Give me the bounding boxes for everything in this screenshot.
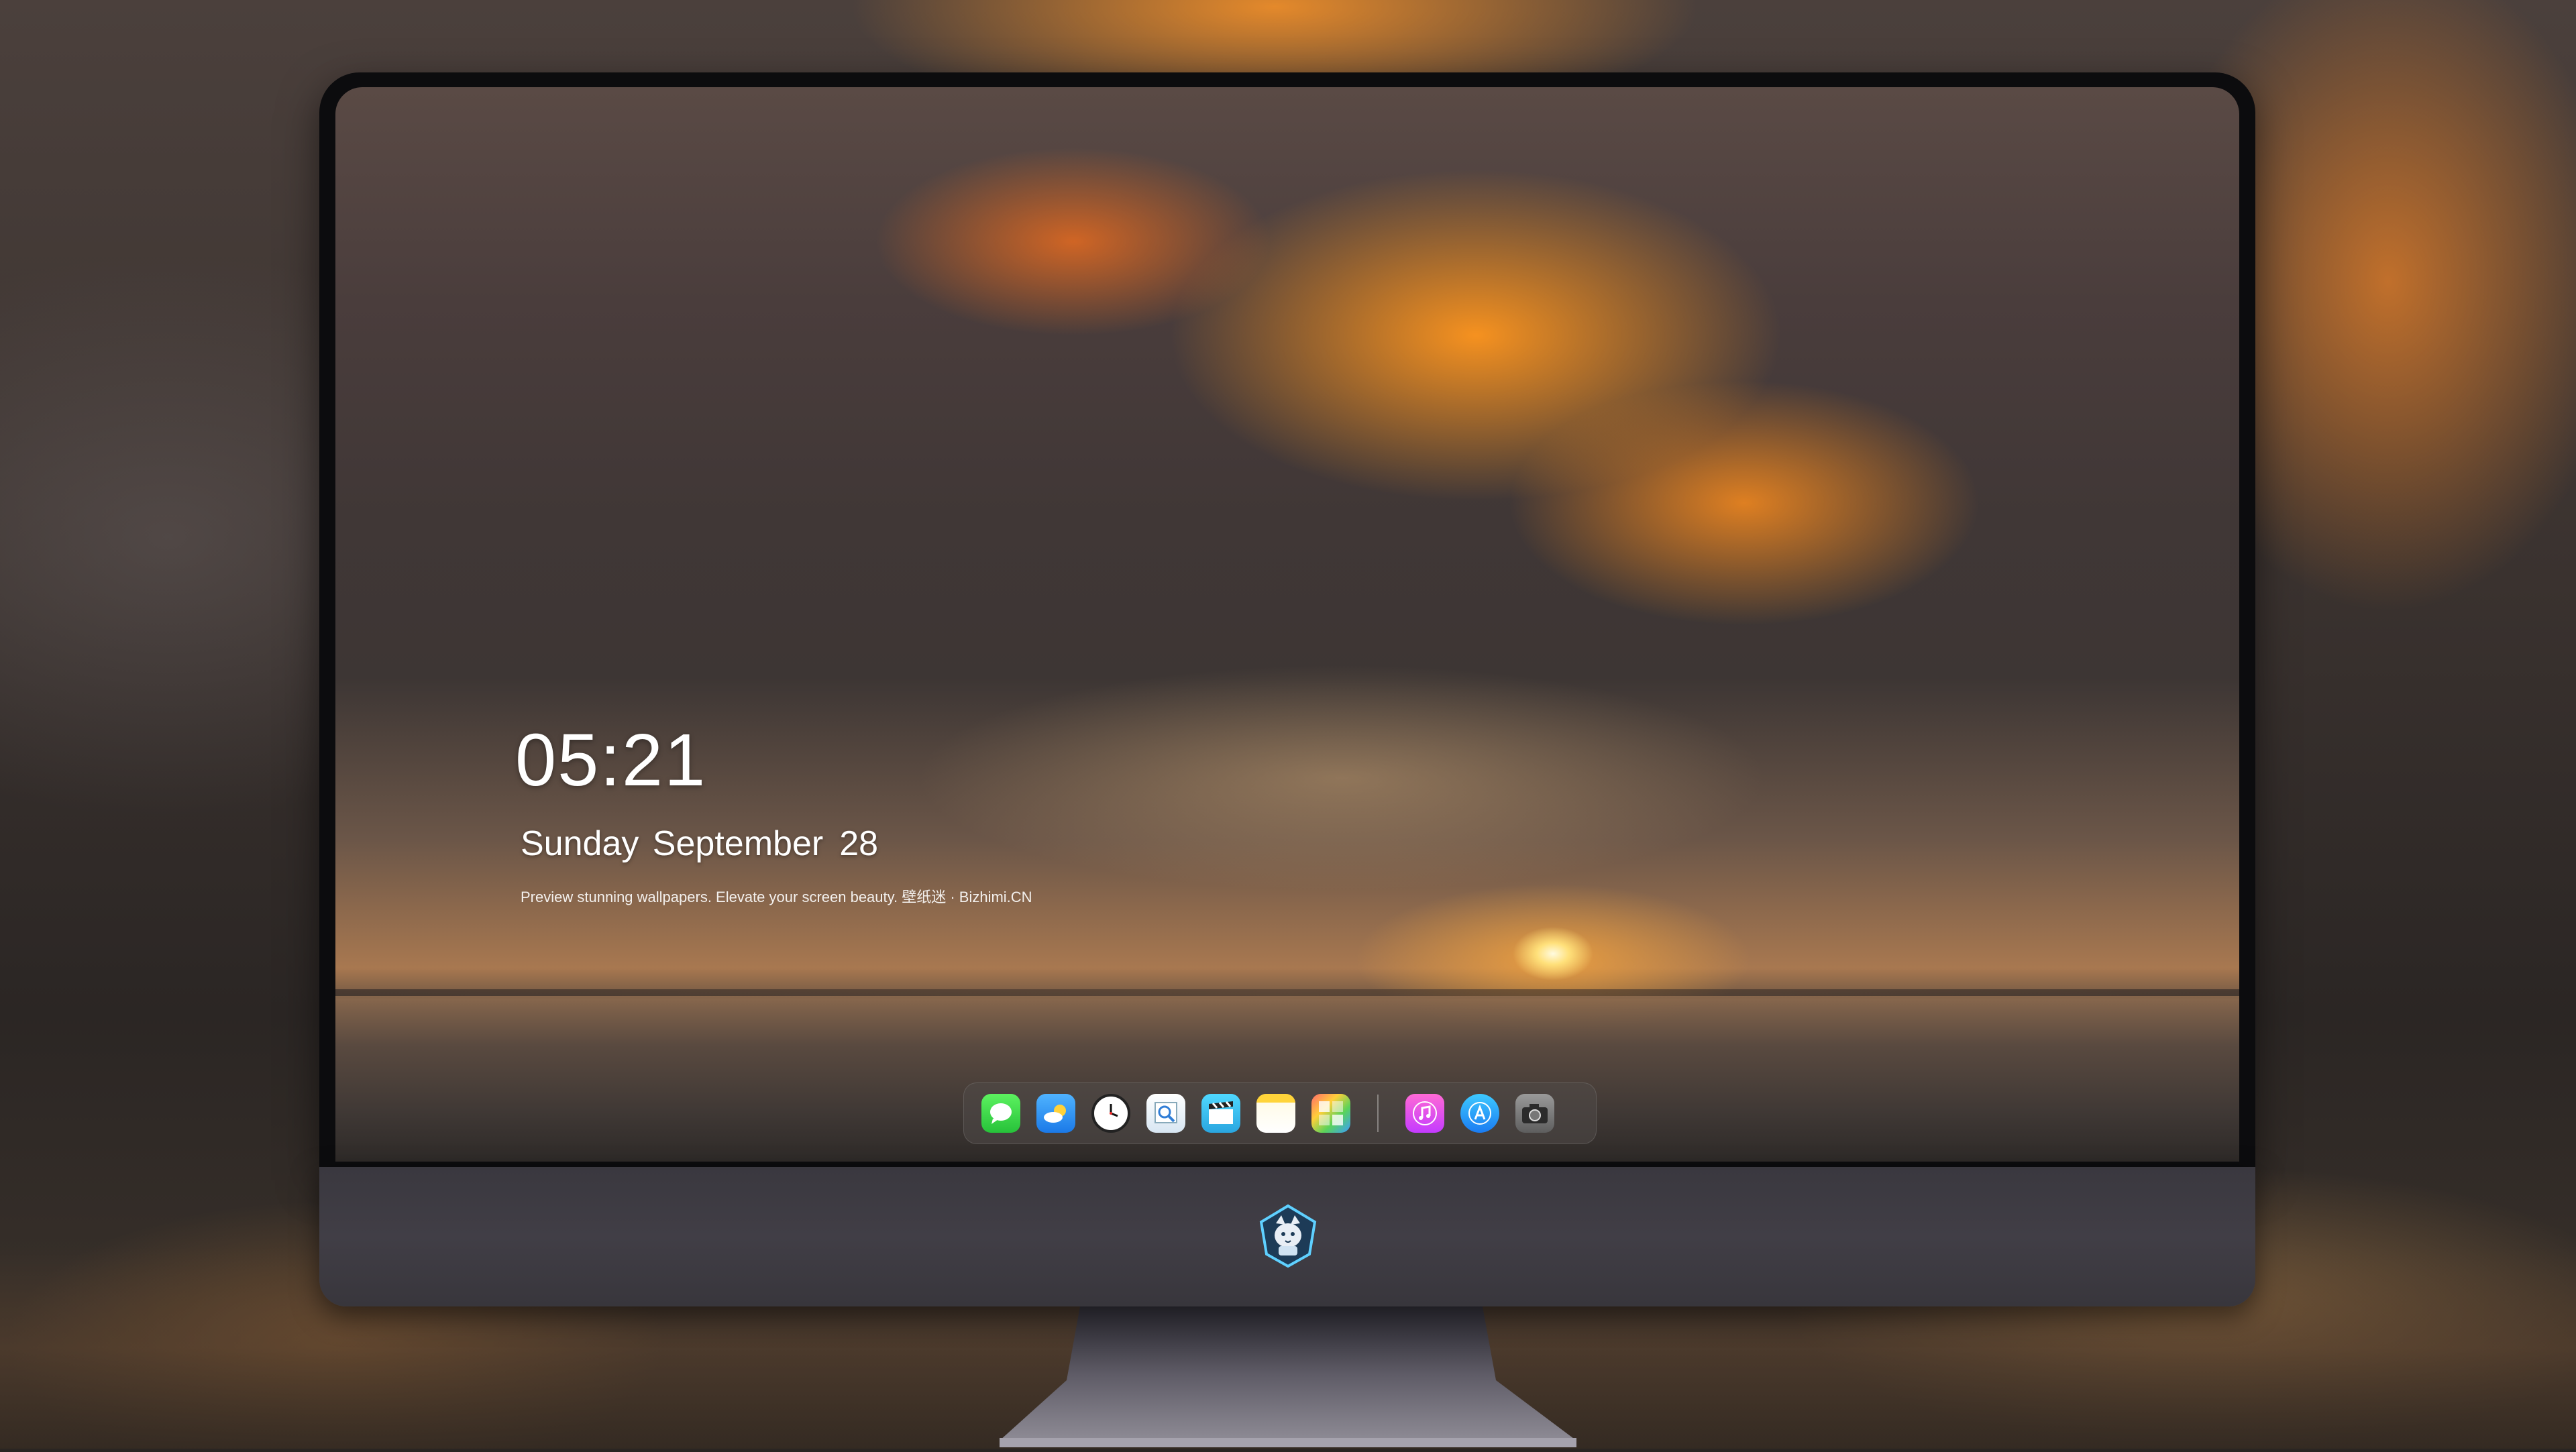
messages-icon[interactable] — [981, 1094, 1020, 1133]
notes-icon[interactable] — [1256, 1094, 1295, 1133]
music-icon[interactable] — [1405, 1094, 1444, 1133]
clips-icon[interactable] — [1201, 1094, 1240, 1133]
lockscreen-date: Sunday September 28 — [521, 824, 878, 864]
wallpaper-tagline: Preview stunning wallpapers. Elevate you… — [521, 889, 1032, 905]
dock-separator — [1377, 1095, 1379, 1132]
monitor-stand — [986, 1306, 1590, 1449]
clock-icon[interactable] — [1091, 1094, 1130, 1133]
monitor-bezel: 05:21 Sunday September 28 Preview stunnin… — [319, 72, 2255, 1167]
preview-icon[interactable] — [1146, 1094, 1185, 1133]
camera-icon[interactable] — [1515, 1094, 1554, 1133]
date-weekday-month: Sunday September — [521, 824, 824, 863]
lockscreen-time: 05:21 — [515, 719, 707, 801]
imac-monitor: 05:21 Sunday September 28 Preview stunnin… — [319, 72, 2255, 1306]
dock — [963, 1082, 1597, 1144]
cat-mascot-logo — [1256, 1203, 1320, 1268]
lock-screen: 05:21 Sunday September 28 Preview stunnin… — [335, 87, 2239, 1162]
weather-icon[interactable] — [1036, 1094, 1075, 1133]
date-day: 28 — [839, 824, 879, 863]
collage-icon[interactable] — [1311, 1094, 1350, 1133]
app-store-icon[interactable] — [1460, 1094, 1499, 1133]
monitor-chin — [319, 1167, 2255, 1306]
